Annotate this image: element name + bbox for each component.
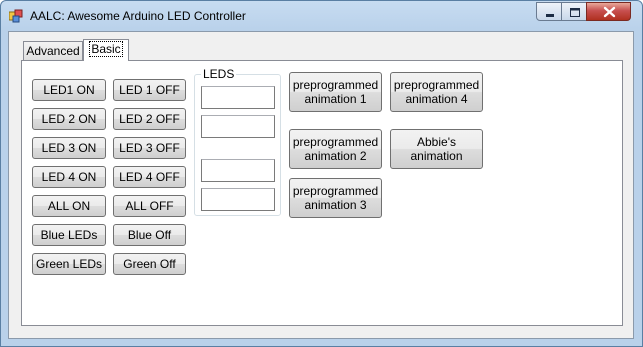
all-off-button[interactable]: ALL OFF	[113, 195, 186, 217]
animation-2-button[interactable]: preprogrammed animation 2	[289, 129, 382, 169]
close-button[interactable]	[586, 2, 631, 21]
led4-status-field[interactable]	[201, 188, 275, 211]
tab-advanced-label: Advanced	[26, 44, 80, 58]
abbies-animation-button[interactable]: Abbie's animation	[390, 129, 483, 169]
animation-1-button[interactable]: preprogrammed animation 1	[289, 72, 382, 112]
led4-on-button[interactable]: LED 4 ON	[32, 166, 106, 188]
led1-off-button[interactable]: LED 1 OFF	[113, 79, 186, 101]
led2-off-button[interactable]: LED 2 OFF	[113, 108, 186, 130]
led1-on-button[interactable]: LED1 ON	[32, 79, 106, 101]
blue-leds-button[interactable]: Blue LEDs	[32, 224, 106, 246]
led4-off-button[interactable]: LED 4 OFF	[113, 166, 186, 188]
led3-status-field[interactable]	[201, 159, 275, 182]
all-on-button[interactable]: ALL ON	[32, 195, 106, 217]
animation-3-button[interactable]: preprogrammed animation 3	[289, 178, 382, 218]
led3-off-button[interactable]: LED 3 OFF	[113, 137, 186, 159]
window-title: AALC: Awesome Arduino LED Controller	[30, 9, 246, 23]
app-icon	[8, 9, 23, 23]
leds-group: LEDS	[194, 67, 281, 216]
animation-4-button[interactable]: preprogrammed animation 4	[390, 72, 483, 112]
client-area: Advanced Basic LED1 ON LED 1 OFF LED 2 O…	[8, 31, 634, 339]
maximize-icon	[570, 8, 580, 17]
minimize-icon	[546, 14, 554, 17]
green-leds-button[interactable]: Green LEDs	[32, 253, 106, 275]
led2-on-button[interactable]: LED 2 ON	[32, 108, 106, 130]
title-bar[interactable]: AALC: Awesome Arduino LED Controller	[1, 1, 642, 31]
green-off-button[interactable]: Green Off	[113, 253, 186, 275]
tab-basic[interactable]: Basic	[83, 39, 129, 61]
app-window: AALC: Awesome Arduino LED Controller Adv…	[0, 0, 643, 347]
led3-on-button[interactable]: LED 3 ON	[32, 137, 106, 159]
minimize-button[interactable]	[536, 2, 562, 21]
tab-basic-label: Basic	[89, 41, 123, 57]
close-icon	[603, 6, 616, 18]
maximize-button[interactable]	[561, 2, 587, 21]
basic-tab-page: LED1 ON LED 1 OFF LED 2 ON LED 2 OFF LED…	[21, 60, 623, 326]
blue-off-button[interactable]: Blue Off	[113, 224, 186, 246]
led2-status-field[interactable]	[201, 115, 275, 138]
tab-advanced[interactable]: Advanced	[23, 41, 83, 60]
leds-group-legend: LEDS	[201, 67, 237, 81]
led1-status-field[interactable]	[201, 86, 275, 109]
